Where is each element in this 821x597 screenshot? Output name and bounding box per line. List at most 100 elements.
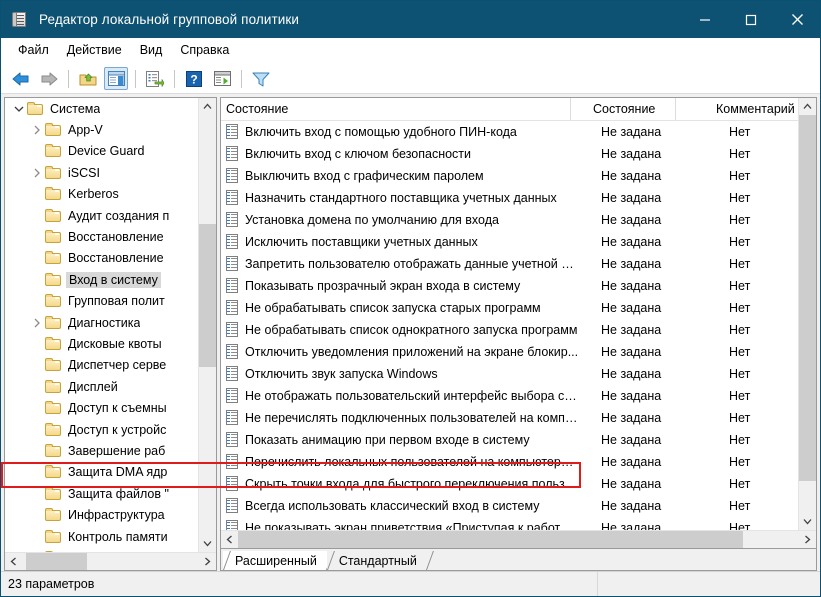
list-hscroll-track[interactable] — [238, 531, 799, 548]
tree-item-label: Групповая полит — [68, 294, 165, 309]
tree-item[interactable]: Device Guard — [5, 141, 198, 162]
folder-icon — [45, 529, 62, 544]
chevron-right-icon[interactable] — [29, 550, 45, 552]
list-vertical-scrollbar[interactable] — [798, 98, 816, 530]
folder-icon — [45, 230, 62, 244]
tree-hscroll-thumb[interactable] — [25, 553, 88, 570]
column-state[interactable]: Состояние — [571, 98, 676, 120]
tree-item[interactable]: Восстановление — [5, 248, 198, 269]
tree-item[interactable]: Защита файлов " — [5, 483, 198, 504]
chevron-right-icon[interactable] — [29, 122, 45, 138]
tree-item[interactable]: Дисплей — [5, 376, 198, 397]
policy-rows[interactable]: Включить вход с помощью удобного ПИН-код… — [221, 121, 798, 530]
table-row[interactable]: Не обрабатывать список запуска старых пр… — [221, 297, 798, 319]
list-scroll-track[interactable] — [799, 115, 816, 513]
tree-vertical-scrollbar[interactable] — [198, 98, 216, 552]
table-row[interactable]: Не отображать пользовательский интерфейс… — [221, 385, 798, 407]
tab-standard[interactable]: Стандартный — [326, 551, 434, 570]
tree-item[interactable]: iSCSI — [5, 162, 198, 183]
tree-hscroll-track[interactable] — [22, 553, 199, 570]
menu-file[interactable]: Файл — [9, 40, 58, 61]
cell-state: Не задана — [601, 433, 662, 447]
list-hscroll-thumb[interactable] — [238, 531, 743, 548]
list-scroll-thumb[interactable] — [799, 115, 816, 482]
close-button[interactable] — [774, 1, 820, 38]
minimize-button[interactable] — [682, 1, 728, 38]
tree-item[interactable]: Восстановление — [5, 226, 198, 247]
table-row[interactable]: Перечислить локальных пользователей на к… — [221, 451, 798, 473]
table-row[interactable]: Включить вход с ключом безопасности Не за… — [221, 143, 798, 165]
table-row[interactable]: Отключить уведомления приложений на экра… — [221, 341, 798, 363]
table-row[interactable]: Скрыть точки входа для быстрого переключ… — [221, 473, 798, 495]
list-hscroll-right-icon[interactable] — [799, 531, 816, 548]
tree-item[interactable]: Диспетчер серве — [5, 355, 198, 376]
tree-item[interactable]: Доступ к устройс — [5, 419, 198, 440]
column-comment[interactable]: Комментарий — [676, 98, 798, 120]
tree-hscroll-right-icon[interactable] — [199, 553, 216, 570]
tree-item[interactable]: Диагностика — [5, 312, 198, 333]
tree-scroll-down-icon[interactable] — [199, 535, 216, 552]
table-row[interactable]: Включить вход с помощью удобного ПИН-код… — [221, 121, 798, 143]
table-row[interactable]: Установка домена по умолчанию для входа Н… — [221, 209, 798, 231]
table-row[interactable]: Выключить вход с графическим паролем Не з… — [221, 165, 798, 187]
menu-help[interactable]: Справка — [171, 40, 238, 61]
export-list-icon[interactable] — [143, 67, 167, 90]
tree-item[interactable]: Завершение раб — [5, 440, 198, 461]
list-scroll-up-icon[interactable] — [799, 98, 816, 115]
tree-item[interactable]: Инфраструктура — [5, 504, 198, 525]
tree-scroll-thumb[interactable] — [199, 224, 216, 367]
tree-item[interactable]: Защита DMA ядр — [5, 462, 198, 483]
list-hscroll-left-icon[interactable] — [221, 531, 238, 548]
cell-state: Не задана — [601, 477, 662, 491]
tree-item[interactable]: Дисковые квоты — [5, 333, 198, 354]
tree-scroll-up-icon[interactable] — [199, 98, 216, 115]
tree-item[interactable]: Аудит создания п — [5, 205, 198, 226]
table-row[interactable]: Показать анимацию при первом входе в сис… — [221, 429, 798, 451]
tree-item[interactable]: Вход в систему — [5, 269, 198, 290]
chevron-right-icon[interactable] — [29, 165, 45, 181]
chevron-right-icon[interactable] — [29, 315, 45, 331]
chevron-down-icon[interactable] — [11, 101, 27, 117]
column-setting[interactable]: Состояние — [221, 98, 571, 120]
table-row[interactable]: Не обрабатывать список однократного запу… — [221, 319, 798, 341]
tree-item[interactable]: App-V — [5, 119, 198, 140]
up-folder-icon[interactable] — [76, 67, 100, 90]
svg-text:?: ? — [190, 72, 197, 86]
tree-item[interactable]: Kerberos — [5, 184, 198, 205]
tree-item[interactable]: Система — [5, 98, 198, 119]
back-icon[interactable] — [9, 67, 33, 90]
folder-icon — [45, 165, 62, 180]
list-horizontal-scrollbar[interactable] — [221, 530, 816, 548]
forward-icon[interactable] — [37, 67, 61, 90]
table-row[interactable]: Всегда использовать классический вход в … — [221, 495, 798, 517]
tree-item[interactable]: Контроль памяти — [5, 526, 198, 547]
table-row[interactable]: Запретить пользователю отображать данные… — [221, 253, 798, 275]
menu-view[interactable]: Вид — [131, 40, 172, 61]
table-row[interactable]: Не перечислять подключенных пользователе… — [221, 407, 798, 429]
tree-item-label: iSCSI — [68, 165, 100, 180]
tree-horizontal-scrollbar[interactable] — [5, 552, 216, 570]
properties-icon[interactable] — [210, 67, 234, 90]
table-row[interactable]: Назначить стандартного поставщика учетны… — [221, 187, 798, 209]
tree-list[interactable]: Система App-V Device Guard iSCSI Kerberos Ауд… — [5, 98, 198, 552]
table-row[interactable]: Исключить поставщики учетных данных Не за… — [221, 231, 798, 253]
tree-item[interactable]: Групповая полит — [5, 291, 198, 312]
menu-action[interactable]: Действие — [58, 40, 131, 61]
tab-extended[interactable]: Расширенный — [223, 551, 334, 570]
list-scroll-down-icon[interactable] — [799, 513, 816, 530]
tree-item[interactable]: Доступ к съемны — [5, 397, 198, 418]
table-row[interactable]: Показывать прозрачный экран входа в сист… — [221, 275, 798, 297]
tree-item-label: Kerberos — [68, 187, 119, 202]
show-hide-tree-icon[interactable] — [104, 67, 128, 90]
filter-icon[interactable] — [249, 67, 273, 90]
tree-hscroll-left-icon[interactable] — [5, 553, 22, 570]
maximize-button[interactable] — [728, 1, 774, 38]
table-row[interactable]: Отключить звук запуска Windows Не задана Н… — [221, 363, 798, 385]
toolbar-separator-4 — [241, 69, 242, 88]
table-row[interactable]: Не показывать экран приветствия «Приступ… — [221, 517, 798, 530]
tree-item[interactable]: Параметры дисп — [5, 547, 198, 552]
cell-comment: Нет — [729, 169, 751, 183]
tree-scroll-track[interactable] — [199, 115, 216, 535]
help-icon[interactable]: ? — [182, 67, 206, 90]
